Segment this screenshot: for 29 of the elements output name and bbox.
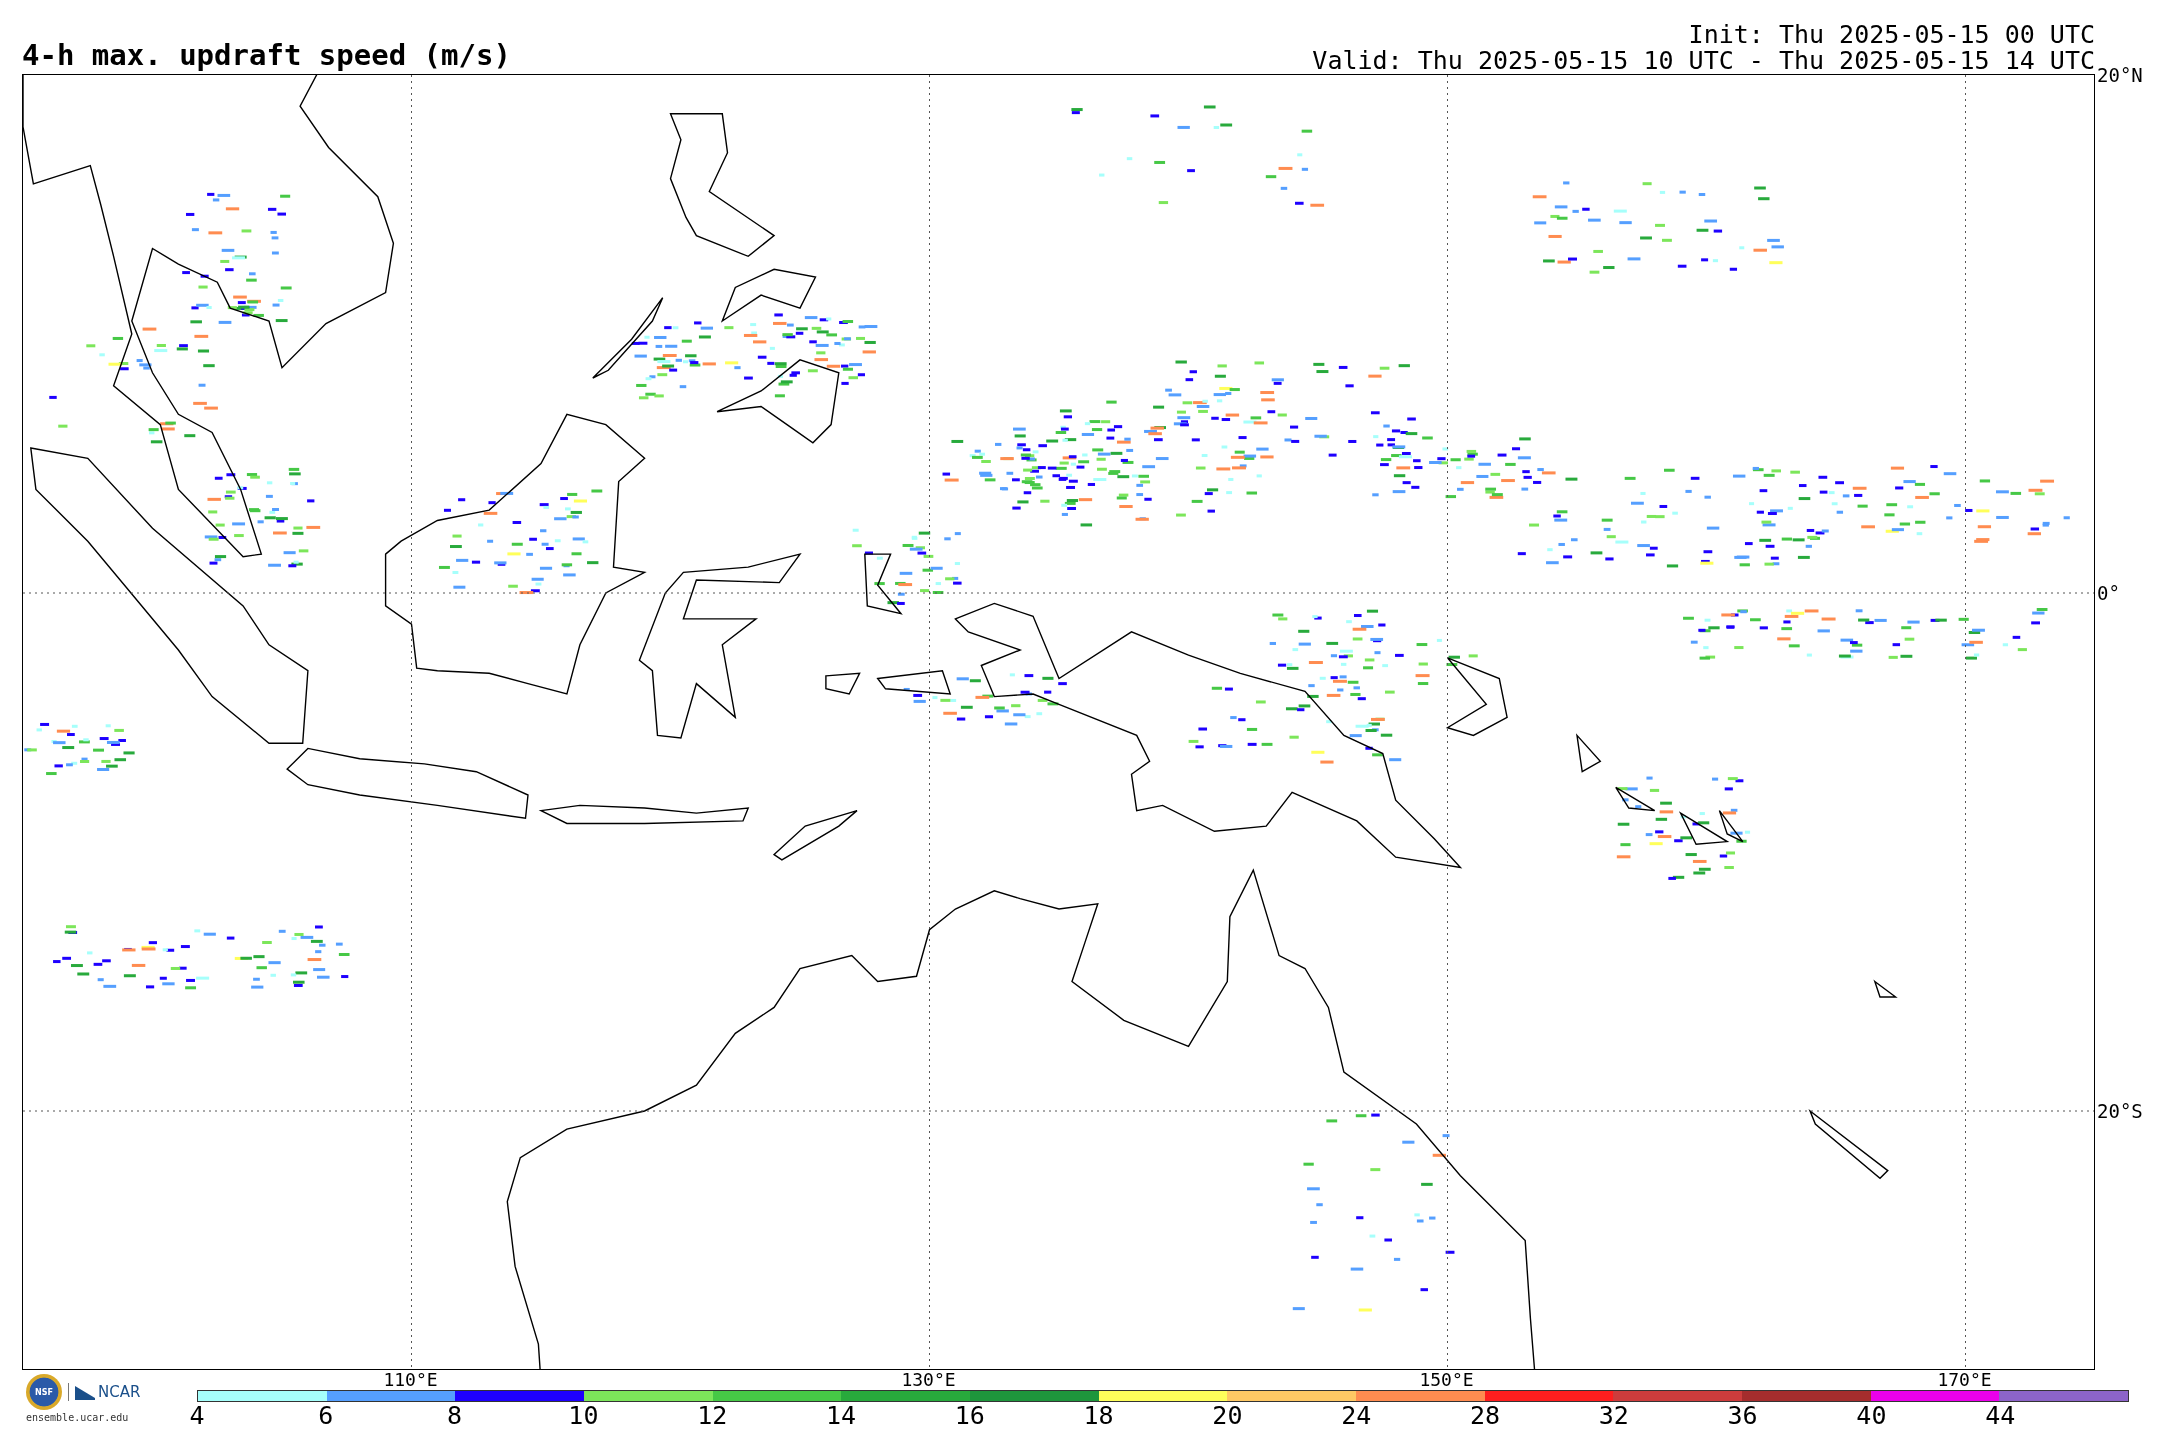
longitude-label: 130°E — [901, 1371, 956, 1389]
init-time: Init: Thu 2025-05-15 00 UTC — [1688, 22, 2095, 48]
scale-tick-label: 6 — [318, 1402, 334, 1430]
scale-tick-label: 32 — [1598, 1402, 1629, 1430]
scale-tick-label: 12 — [697, 1402, 728, 1430]
ncar-logo-icon — [75, 1384, 95, 1400]
site-address: ensemble.ucar.edu — [26, 1412, 129, 1423]
scale-tick-label: 44 — [1985, 1402, 2016, 1430]
scale-tick-label: 20 — [1212, 1402, 1243, 1430]
longitude-label: 170°E — [1937, 1371, 1992, 1389]
latitude-label: 20°S — [2097, 1100, 2143, 1122]
scale-tick-label: 10 — [568, 1402, 599, 1430]
latitude-label: 20°N — [2097, 64, 2143, 86]
scale-tick-label: 28 — [1469, 1402, 1501, 1430]
scale-tick-label: 24 — [1341, 1402, 1372, 1430]
scale-tick-label: 8 — [447, 1402, 463, 1430]
scale-tick-label: 36 — [1727, 1402, 1758, 1430]
scale-tick-label: 14 — [825, 1402, 857, 1430]
chart-title: 4-h max. updraft speed (m/s) — [22, 38, 511, 74]
scale-tick-label: 40 — [1856, 1402, 1887, 1430]
longitude-label: 110°E — [383, 1371, 438, 1389]
longitude-label: 150°E — [1419, 1371, 1474, 1389]
scale-tick-label: 4 — [189, 1402, 205, 1430]
latitude-label: 0° — [2097, 582, 2120, 604]
scale-tick-label: 18 — [1083, 1402, 1114, 1430]
scale-tick-label: 16 — [954, 1402, 985, 1430]
valid-time: Valid: Thu 2025-05-15 10 UTC - Thu 2025-05-15 14 UTC — [1312, 48, 2095, 74]
ncar-logo-text: NCAR — [98, 1383, 141, 1401]
nsf-logo: NSF — [26, 1374, 62, 1410]
